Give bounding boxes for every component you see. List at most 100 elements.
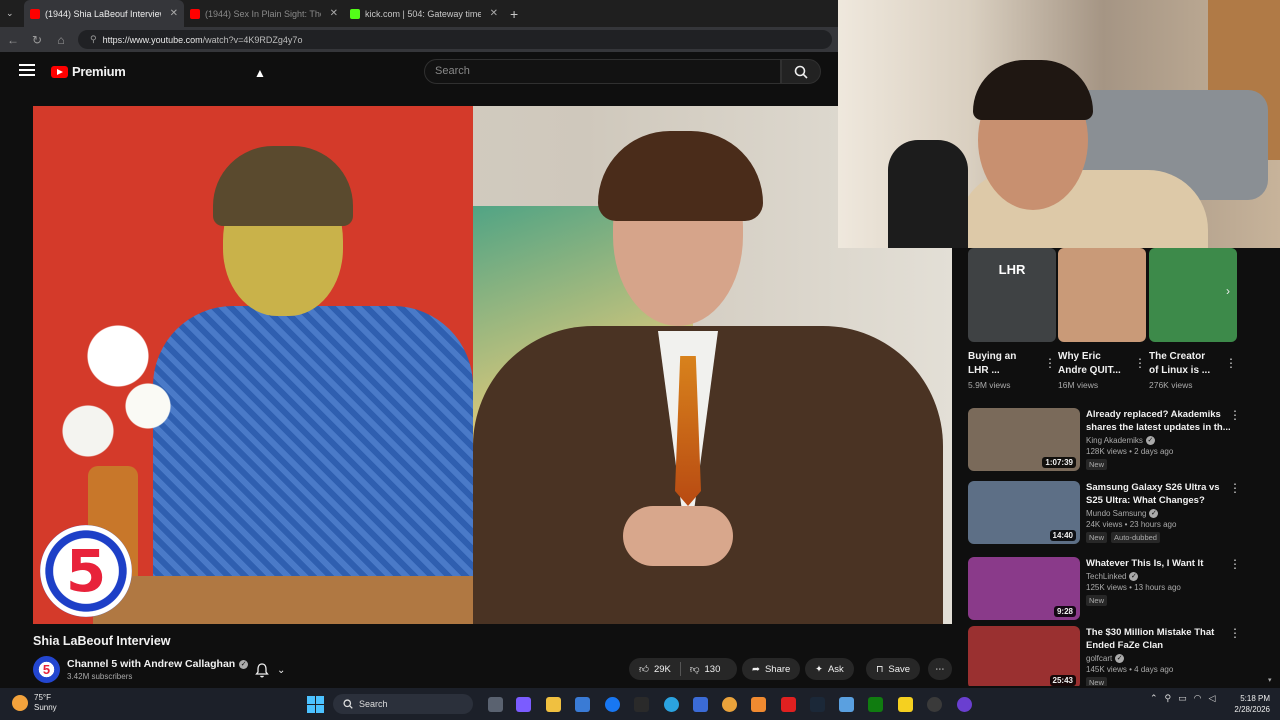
more-actions-button[interactable]: ⋯ <box>928 658 952 680</box>
edge-icon[interactable] <box>664 697 679 712</box>
kebab-menu-icon[interactable]: ⋮ <box>1229 408 1241 422</box>
usb-icon[interactable]: ⚲ <box>1165 693 1172 704</box>
short-item[interactable]: The Creator of Linux is ... 276K views ⋮ <box>1149 248 1237 390</box>
video-duration: 25:43 <box>1049 675 1076 686</box>
verified-check-icon: ✓ <box>1145 436 1155 445</box>
address-bar[interactable]: ⚲ https://www.youtube.com/watch?v=4K9RDZ… <box>78 30 832 49</box>
recommended-video[interactable]: 1:07:39 Already replaced? Akademiks shar… <box>968 408 1258 478</box>
home-icon[interactable]: ⌂ <box>54 33 68 47</box>
url-path: /watch?v=4K9RDZg4y7o <box>202 34 303 45</box>
tab-close-icon[interactable]: ✕ <box>490 8 498 19</box>
dislike-count: 130 <box>704 663 721 675</box>
ask-button[interactable]: ✦ Ask <box>805 658 854 680</box>
short-views: 276K views <box>1149 380 1193 390</box>
like-button[interactable]: 👍︎ 29K <box>639 663 671 676</box>
kebab-menu-icon[interactable]: ⋮ <box>1229 481 1241 495</box>
facebook-icon[interactable] <box>605 697 620 712</box>
task-view-icon[interactable] <box>488 697 503 712</box>
search-input[interactable]: Search <box>424 59 781 84</box>
copilot-icon[interactable] <box>516 697 531 712</box>
dislike-button[interactable]: 👎︎ 130 <box>690 663 721 676</box>
channel-avatar[interactable]: 5 <box>33 656 60 683</box>
xbox-icon[interactable] <box>868 697 883 712</box>
kebab-menu-icon[interactable]: ⋮ <box>1044 356 1056 370</box>
youtube-premium-logo[interactable]: Premium <box>51 64 126 79</box>
kebab-menu-icon[interactable]: ⋮ <box>1229 626 1241 640</box>
channel-name: golfcart <box>1086 654 1113 663</box>
wifi-icon[interactable]: ◠ <box>1194 693 1202 704</box>
desk <box>93 576 473 624</box>
youtube-app-icon[interactable] <box>781 697 796 712</box>
taskbar-clock[interactable]: 5:18 PM 2/28/2026 <box>1226 693 1270 715</box>
weather-widget[interactable]: 75°F Sunny <box>12 693 57 713</box>
channel-name: Mundo Samsung <box>1086 509 1147 518</box>
amazon-icon[interactable] <box>634 697 649 712</box>
store-icon[interactable] <box>575 697 590 712</box>
tab-close-icon[interactable]: ✕ <box>330 8 338 19</box>
tab-sex-in-plain-sight[interactable]: (1944) Sex In Plain Sight: The Fig ✕ <box>184 0 344 27</box>
bell-icon <box>255 662 269 677</box>
video-player[interactable] <box>33 106 952 624</box>
scrollbar-arrow-icon[interactable]: ▾ <box>1268 676 1274 684</box>
tab-list-button[interactable]: ⌄ <box>0 0 24 27</box>
back-icon[interactable]: ← <box>6 33 20 47</box>
kebab-menu-icon[interactable]: ⋮ <box>1225 356 1237 370</box>
new-badge: New <box>1086 677 1108 686</box>
kebab-menu-icon[interactable]: ⋮ <box>1229 557 1241 571</box>
channel-name: Channel 5 with Andrew Callaghan <box>67 658 236 670</box>
short-item[interactable]: LHR Buying an LHR ... 5.9M views ⋮ <box>968 248 1056 390</box>
share-arrow-icon: ➦ <box>752 663 760 675</box>
volume-icon[interactable]: ◁ <box>1209 693 1216 704</box>
watermark-text: 5 <box>65 537 107 605</box>
tab-shia-interview[interactable]: (1944) Shia LaBeouf Interview ✕ <box>24 0 184 27</box>
video-title: Samsung Galaxy S26 Ultra vs S25 Ultra: W… <box>1086 482 1220 506</box>
kick-favicon-icon <box>350 8 360 19</box>
like-dislike-group: 👍︎ 29K 👎︎ 130 <box>629 658 737 680</box>
verified-check-icon: ✓ <box>239 659 249 669</box>
shorts-shelf: LHR Buying an LHR ... 5.9M views ⋮ Why E… <box>964 248 1240 400</box>
obs-icon[interactable] <box>927 697 942 712</box>
channel-name: King Akademiks <box>1086 436 1143 445</box>
chevron-right-icon[interactable]: › <box>1226 284 1230 298</box>
short-item[interactable]: Why Eric Andre QUIT... 16M views ⋮ <box>1058 248 1146 390</box>
youtube-play-icon <box>51 65 68 78</box>
recommended-video[interactable]: 14:40 Samsung Galaxy S26 Ultra vs S25 Ul… <box>968 481 1258 551</box>
app-icon[interactable] <box>839 697 854 712</box>
recommended-video[interactable]: 25:43 The $30 Million Mistake That Ended… <box>968 626 1258 686</box>
new-tab-button[interactable]: + <box>504 0 524 27</box>
search-button[interactable] <box>781 59 821 84</box>
chevron-up-icon[interactable]: ⌃ <box>1150 693 1158 704</box>
short-title: Why Eric Andre QUIT... <box>1058 351 1121 376</box>
video-thumbnail: 9:28 <box>968 557 1080 620</box>
verified-check-icon: ✓ <box>1115 654 1125 663</box>
display-icon[interactable]: ▭ <box>1178 693 1187 704</box>
recommended-video[interactable]: 9:28 Whatever This Is, I Want It TechLin… <box>968 557 1258 627</box>
short-thumbnail: LHR <box>968 248 1056 342</box>
browser-tab-strip: ⌄ (1944) Shia LaBeouf Interview ✕ (1944)… <box>0 0 838 27</box>
reload-icon[interactable]: ↻ <box>30 33 44 47</box>
notification-bell-button[interactable]: ⌄ <box>255 660 303 680</box>
taskbar-search-box[interactable]: Search <box>333 694 473 714</box>
app-circle-icon[interactable] <box>957 697 972 712</box>
chrome-icon[interactable] <box>722 697 737 712</box>
save-button[interactable]: ⊓ Save <box>866 658 921 680</box>
calculator-icon[interactable] <box>693 697 708 712</box>
vlc-icon[interactable] <box>751 697 766 712</box>
tab-close-icon[interactable]: ✕ <box>170 8 178 19</box>
sun-icon <box>12 695 28 711</box>
channel5-watermark-logo: 5 <box>40 525 132 617</box>
share-button[interactable]: ➦ Share <box>742 658 801 680</box>
short-views: 5.9M views <box>968 380 1011 390</box>
verified-check-icon: ✓ <box>1149 509 1159 518</box>
like-count: 29K <box>653 663 671 675</box>
hamburger-menu-icon[interactable] <box>19 64 35 78</box>
steam-icon[interactable] <box>810 697 825 712</box>
notes-icon[interactable] <box>898 697 913 712</box>
channel-name-link[interactable]: Channel 5 with Andrew Callaghan ✓ <box>67 658 249 670</box>
windows-start-icon[interactable] <box>307 696 324 713</box>
video-thumbnail: 14:40 <box>968 481 1080 544</box>
site-info-icon[interactable]: ⚲ <box>90 34 97 45</box>
kebab-menu-icon[interactable]: ⋮ <box>1134 356 1146 370</box>
tab-kick[interactable]: kick.com | 504: Gateway time-out ✕ <box>344 0 504 27</box>
file-explorer-icon[interactable] <box>546 697 561 712</box>
